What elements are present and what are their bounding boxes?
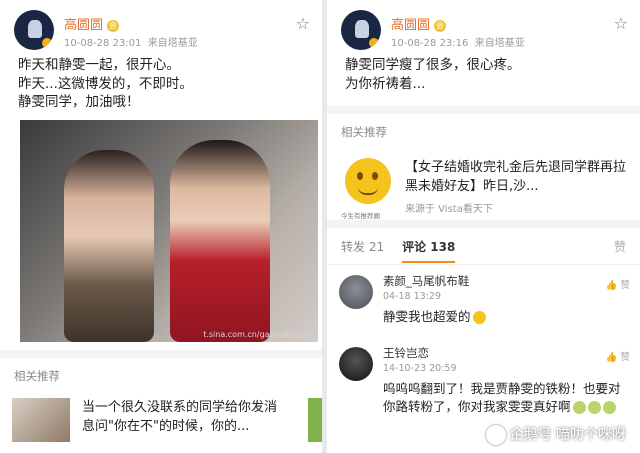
comment-body: 呜呜呜翻到了！我是贾静雯的铁粉！也要对你路转粉了，你对我家雯雯真好啊 [383,381,621,414]
emoji-icon [472,311,486,324]
favorite-star-icon[interactable]: ☆ [296,14,310,33]
post-photo[interactable]: t.sina.com.cn/gaoyuanyuan [20,119,318,342]
related-item-body: 【女子结婚收完礼金后先退同学群再拉黑未婚好友】昨日,沙... 来源于 Vista… [405,158,626,215]
related-item-text: 当一个很久没联系的同学给你发消息问"你在不"的时候，你的... [82,400,278,434]
post-meta: 10-08-28 23:01 来自塔基亚 [64,38,198,49]
related-thumbnail: 今生有推荐圈 [341,158,397,220]
emoji-icon [572,401,586,414]
emoji-icon [602,401,616,414]
like-button[interactable]: 👍 赞 [606,277,630,291]
photo-watermark: t.sina.com.cn/gaoyuanyuan [203,329,314,339]
comment-item: 素颜_马尾帆布鞋 04-18 13:29 静雯我也超爱的 👍 赞 [327,265,640,337]
commenter-name[interactable]: 素颜_马尾帆布鞋 [383,273,628,289]
post-meta: 10-08-28 23:16 来自塔基亚 [391,38,525,49]
tab-repost[interactable]: 转发 21 [341,238,384,255]
thumbnail-caption: 今生有推荐圈 [341,212,380,220]
comment-tabs: 转发 21 评论 138 赞 [327,228,640,265]
user-avatar[interactable] [14,10,54,50]
related-section: 相关推荐 当一个很久没联系的同学给你发消息问"你在不"的时候，你的... [0,358,322,453]
weibo-post-card: 高圆圆会 10-08-28 23:16 来自塔基亚 ☆ 静雯同学瘦了很多，很心疼… [327,0,640,106]
comment-time: 04-18 13:29 [383,291,442,302]
tab-comments[interactable]: 评论 138 [402,238,456,263]
user-avatar[interactable] [341,10,381,50]
thumb-up-icon: 👍 [605,280,618,291]
penguin-icon [485,425,506,445]
post-text: 静雯同学瘦了很多，很心疼。 为你祈祷着... [345,57,521,92]
post-header: 高圆圆会 10-08-28 23:16 来自塔基亚 ☆ [327,0,640,56]
commenter-name[interactable]: 王铃岂恋 [383,345,628,361]
username[interactable]: 高圆圆会 [391,14,447,33]
weibo-post-card: 高圆圆会 10-08-28 23:01 来自塔基亚 ☆ 昨天和静雯一起，很开心。… [0,0,322,350]
favorite-star-icon[interactable]: ☆ [614,14,628,33]
related-title: 相关推荐 [14,369,60,383]
username[interactable]: 高圆圆会 [64,14,120,33]
comments-section: 转发 21 评论 138 赞 素颜_马尾帆布鞋 04-18 13:29 静雯我也… [327,228,640,453]
related-title: 相关推荐 [341,125,387,139]
comment-time: 14-10-23 20:59 [383,363,457,374]
tab-like[interactable]: 赞 [614,238,626,255]
watermark: 企鹅号 喵叻个咪呀 [485,424,626,445]
left-screenshot: 高圆圆会 10-08-28 23:01 来自塔基亚 ☆ 昨天和静雯一起，很开心。… [0,0,322,453]
commenter-avatar[interactable] [339,275,373,309]
thumb-up-icon: 👍 [605,352,618,363]
comment-item: 王铃岂恋 14-10-23 20:59 呜呜呜翻到了！我是贾静雯的铁粉！也要对你… [327,337,640,422]
post-header: 高圆圆会 10-08-28 23:01 来自塔基亚 ☆ [0,0,322,56]
commenter-avatar[interactable] [339,347,373,381]
verified-icon [369,38,379,48]
right-screenshot: 高圆圆会 10-08-28 23:16 来自塔基亚 ☆ 静雯同学瘦了很多，很心疼… [327,0,640,453]
related-item[interactable]: 今生有推荐圈 【女子结婚收完礼金后先退同学群再拉黑未婚好友】昨日,沙... 来源… [327,150,640,228]
member-badge-icon: 会 [107,19,120,32]
comment-body: 静雯我也超爱的 [383,308,628,326]
emoji-icon [587,401,601,414]
post-text: 昨天和静雯一起，很开心。 昨天...这微博发的，不即时。 静雯同学，加油哦！ [18,57,193,110]
related-item-title: 【女子结婚收完礼金后先退同学群再拉黑未婚好友】昨日,沙... [405,160,627,194]
smiley-icon [345,158,391,204]
like-button[interactable]: 👍 赞 [606,349,630,363]
related-item-source: 来源于 Vista看天下 [405,204,493,215]
related-section: 相关推荐 今生有推荐圈 【女子结婚收完礼金后先退同学群再拉黑未婚好友】昨日,沙.… [327,114,640,220]
related-side-thumb [308,398,322,442]
verified-icon [42,38,52,48]
related-item[interactable]: 当一个很久没联系的同学给你发消息问"你在不"的时候，你的... [0,394,322,452]
member-badge-icon: 会 [434,19,447,32]
related-thumbnail [12,398,70,442]
